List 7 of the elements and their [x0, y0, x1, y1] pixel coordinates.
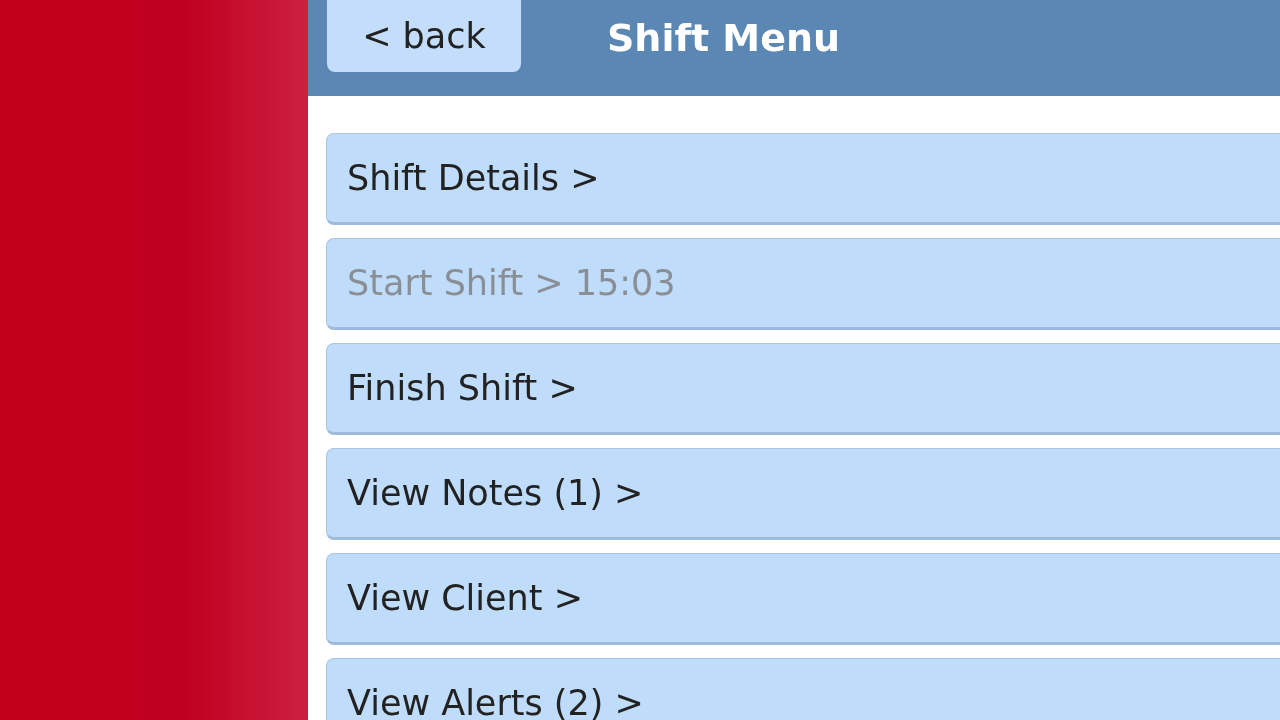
page-title: Shift Menu: [607, 15, 841, 62]
menu-item[interactable]: Finish Shift >: [326, 343, 1280, 435]
menu-item[interactable]: View Notes (1) >: [326, 448, 1280, 540]
menu-item[interactable]: View Alerts (2) >: [326, 658, 1280, 720]
menu-item[interactable]: Shift Details >: [326, 133, 1280, 225]
menu-item[interactable]: View Client >: [326, 553, 1280, 645]
back-button[interactable]: < back: [327, 0, 521, 72]
